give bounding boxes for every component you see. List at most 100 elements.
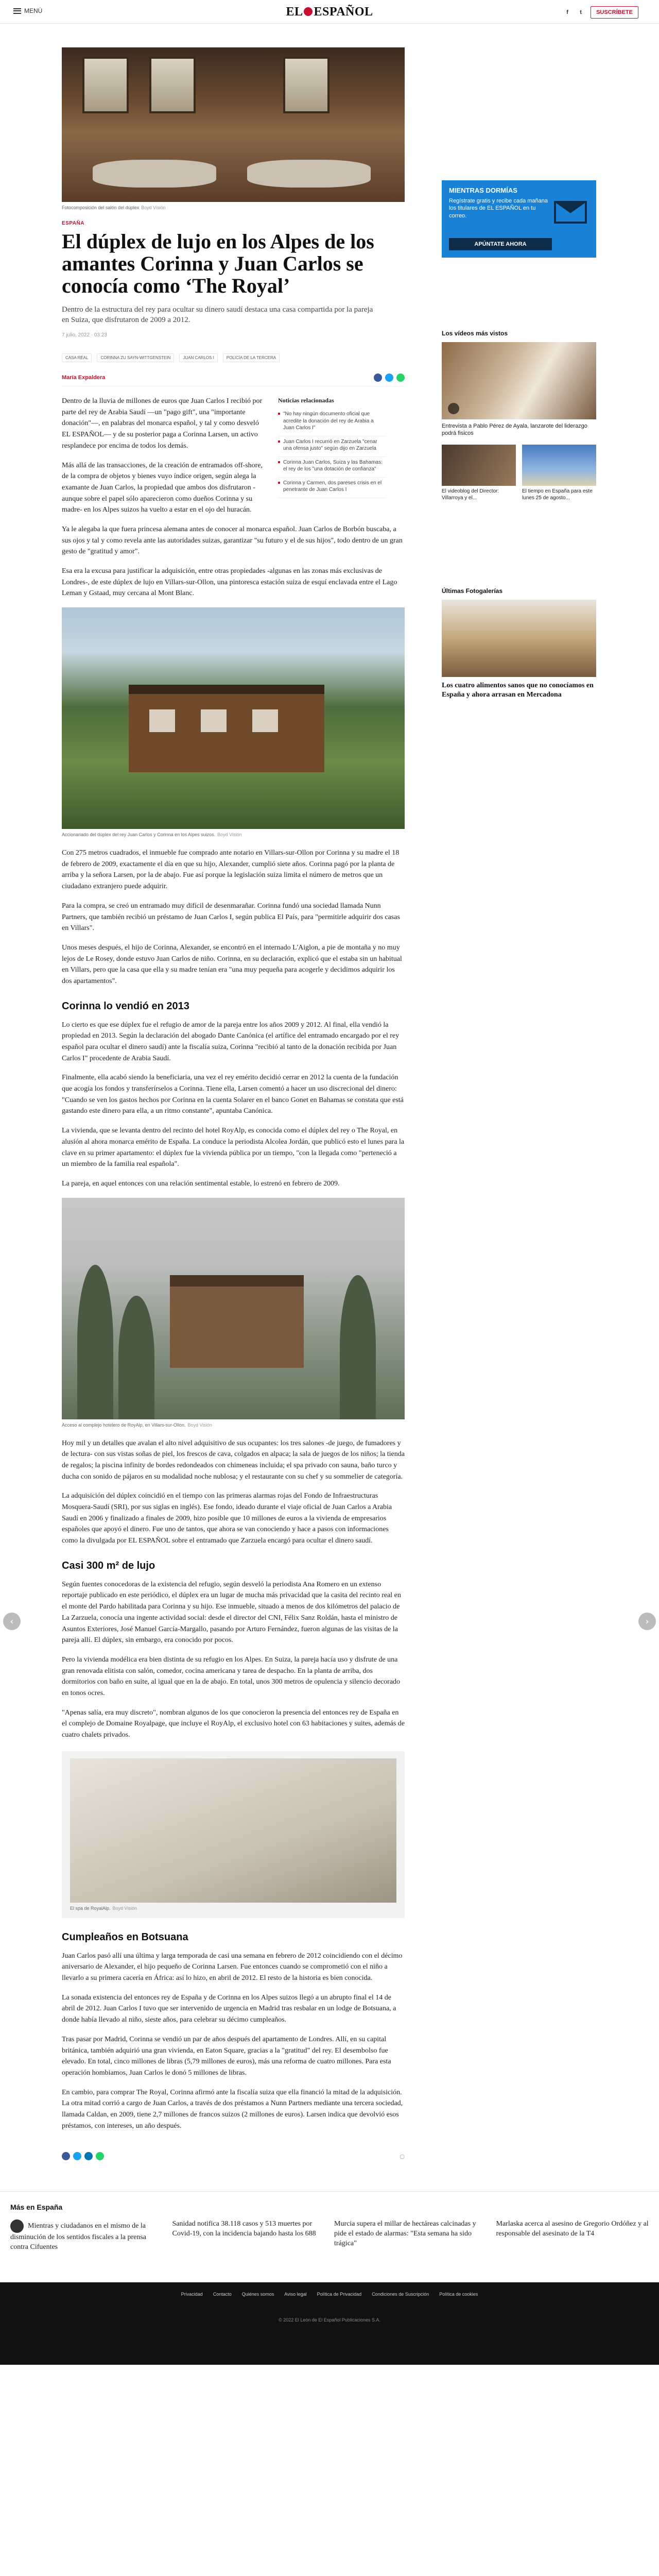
paragraph: En cambio, para comprar The Royal, Corin… <box>62 2088 403 2130</box>
more-item[interactable]: Sanidad notifica 38.118 casos y 513 muer… <box>172 2219 325 2252</box>
author-row: María Expaldera <box>62 374 405 387</box>
footer-link[interactable]: Contacto <box>213 2292 232 2297</box>
chalet-photo <box>62 607 405 829</box>
video-thumbnail[interactable] <box>442 342 596 419</box>
paragraph: Hoy mil y un detalles que avalan el alto… <box>62 1439 405 1481</box>
video-title[interactable]: El videoblog del Director: Villarroya y … <box>442 488 516 501</box>
tag[interactable]: JUAN CARLOS I <box>179 353 218 363</box>
article-subtitle: Dentro de la estructura del rey para ocu… <box>62 305 373 324</box>
header-actions: f t SUSCRÍBETE <box>564 6 638 19</box>
site-logo[interactable]: EL ESPAÑOL <box>0 5 659 19</box>
globe-icon <box>304 7 313 16</box>
twitter-share-icon[interactable] <box>385 374 393 382</box>
section-heading: Cumpleaños en Botsuana <box>62 1931 188 1943</box>
twitter-share-icon[interactable] <box>73 2152 81 2161</box>
copyright: © 2022 El León de El Español Publicacion… <box>279 2317 380 2323</box>
videos-title: Los vídeos más vistos <box>442 330 508 337</box>
whatsapp-share-icon[interactable] <box>396 374 405 382</box>
facebook-share-icon[interactable] <box>374 374 382 382</box>
footer-link[interactable]: Aviso legal <box>284 2292 306 2297</box>
more-item[interactable]: Murcia supera el millar de hectáreas cal… <box>334 2219 487 2252</box>
share-bar: ○ <box>62 2152 405 2161</box>
envelope-icon <box>554 201 587 224</box>
top-header: MENÚ EL ESPAÑOL f t SUSCRÍBETE <box>0 0 659 24</box>
footer-link[interactable]: Privacidad <box>181 2292 203 2297</box>
paragraph: Juan Carlos pasó allí una última y larga… <box>62 1952 403 1982</box>
paragraph: Ya le alegaba la que fuera princesa alem… <box>62 525 403 556</box>
article-intro: Dentro de la lluvia de millones de euros… <box>62 396 405 524</box>
related-item[interactable]: "No hay ningún documento oficial que acr… <box>278 409 386 436</box>
newsletter-box: MIENTRAS DORMÍAS Regístrate gratis y rec… <box>442 180 596 258</box>
related-title: Noticias relacionadas <box>278 397 334 404</box>
site-footer: Privacidad Contacto Quiénes somos Aviso … <box>0 2282 659 2365</box>
gallery-thumbnail[interactable] <box>442 600 596 677</box>
logo-right: ESPAÑOL <box>314 5 373 19</box>
play-icon[interactable] <box>10 2219 24 2233</box>
logo-left: EL <box>286 5 303 19</box>
paragraph: Lo cierto es que ese dúplex fue el refug… <box>62 1021 400 1062</box>
spa-photo <box>70 1758 396 1903</box>
video-title[interactable]: Entrevista a Pablo Pérez de Ayala, lanza… <box>442 422 596 437</box>
facebook-share-icon[interactable] <box>62 2152 70 2161</box>
related-item[interactable]: Juan Carlos I recurrió en Zarzuela "cena… <box>278 436 386 457</box>
hotel-photo <box>62 1197 405 1419</box>
tag[interactable]: CASA REAL <box>62 353 92 363</box>
video-thumbnail[interactable] <box>522 444 596 486</box>
footer-link[interactable]: Política de Privacidad <box>317 2292 362 2297</box>
related-item[interactable]: Corinna y Carmen, dos pareses crisis en … <box>278 478 386 498</box>
hero-image <box>62 47 405 202</box>
arrow-left-icon[interactable]: ‹ <box>3 1613 21 1630</box>
article-title: El dúplex de lujo en los Alpes de los am… <box>62 230 374 298</box>
tag[interactable]: POLICÍA DE LA TERCERA <box>222 353 280 363</box>
paragraph: Pero la vivienda modélica era bien disti… <box>62 1655 401 1697</box>
twitter-icon[interactable]: t <box>577 9 584 16</box>
newsletter-signup-button[interactable]: APÚNTATE AHORA <box>449 238 552 250</box>
photo-galleries: Últimas Fotogalerías Los cuatro alimento… <box>442 587 596 699</box>
article-body-intro: Dentro de la lluvia de millones de euros… <box>62 396 268 524</box>
section-heading: Casi 300 m² de lujo <box>62 1560 155 1571</box>
section-heading: Corinna lo vendió en 2013 <box>62 1000 189 1012</box>
related-item[interactable]: Corinna Juan Carlos, Suiza y las Bahamas… <box>278 457 386 478</box>
most-viewed-videos: Los vídeos más vistos Entrevista a Pablo… <box>442 330 596 501</box>
article-body: Ya le alegaba la que fuera princesa alem… <box>62 524 405 2161</box>
comments-icon[interactable]: ○ <box>400 2153 405 2160</box>
more-item[interactable]: Mientras y ciudadanos en el mismo de la … <box>10 2219 163 2252</box>
gallery-caption[interactable]: Los cuatro alimentos sanos que no conocí… <box>442 681 596 699</box>
paragraph: Para la compra, se creó un entramado muy… <box>62 902 400 933</box>
paragraph: Según fuentes conocedoras de la existenc… <box>62 1580 401 1645</box>
paragraph: Con 275 metros cuadrados, el inmueble fu… <box>62 849 400 891</box>
article-photo: Acceso al complejo hotelero de RoyAlp, e… <box>62 1197 405 1428</box>
paragraph: Unos meses después, el hijo de Corinna, … <box>62 943 402 985</box>
paragraph: Esa era la excusa para justificar la adq… <box>62 567 397 598</box>
more-in-spain: Más en España Mientras y ciudadanos en e… <box>0 2191 659 2252</box>
video-thumbnail[interactable] <box>442 444 516 486</box>
main-content: Fotocomposición del salón del dúplex Boyd… <box>62 47 597 2161</box>
paragraph: Finalmente, ella acabó siendo la benefic… <box>62 1074 404 1115</box>
subscribe-button[interactable]: SUSCRÍBETE <box>591 6 638 19</box>
related-news: Noticias relacionadas "No hay ningún doc… <box>278 396 386 524</box>
arrow-right-icon[interactable]: › <box>638 1613 656 1630</box>
facebook-icon[interactable]: f <box>564 9 571 16</box>
footer-link[interactable]: Política de cookies <box>439 2292 478 2297</box>
more-item[interactable]: Marlaska acerca al asesino de Gregorio O… <box>496 2219 649 2252</box>
more-title: Más en España <box>10 2203 63 2212</box>
tag[interactable]: CORINNA ZU SAYN-WITTGENSTEIN <box>97 353 175 363</box>
paragraph: La vivienda, que se levanta dentro del r… <box>62 1127 405 1168</box>
article-photo: Accionariado del dúplex del rey Juan Car… <box>62 607 405 837</box>
paragraph: Tras pasar por Madrid, Corinna se vendió… <box>62 2035 391 2077</box>
paragraph: La pareja, en aquel entonces con una rel… <box>62 1179 340 1188</box>
footer-link[interactable]: Quiénes somos <box>242 2292 274 2297</box>
paragraph: "Apenas salía, era muy discreto", nombra… <box>62 1708 405 1739</box>
play-icon[interactable] <box>448 403 459 414</box>
whatsapp-share-icon[interactable] <box>96 2152 104 2161</box>
newsletter-text: Regístrate gratis y recibe cada mañana l… <box>449 198 548 219</box>
author-name[interactable]: María Expaldera <box>62 375 105 381</box>
footer-link[interactable]: Condiciones de Suscripción <box>372 2292 429 2297</box>
spa-photo-box: El spa de RoyalAlp. Boyd Visión <box>62 1751 405 1918</box>
newsletter-title: MIENTRAS DORMÍAS <box>449 187 517 194</box>
video-title[interactable]: El tiempo en España para este lunes 25 d… <box>522 488 596 501</box>
share-icons <box>374 374 405 382</box>
paragraph: Más allá de las transacciones, de la cre… <box>62 461 263 514</box>
paragraph: Dentro de la lluvia de millones de euros… <box>62 397 263 450</box>
linkedin-share-icon[interactable] <box>84 2152 93 2161</box>
